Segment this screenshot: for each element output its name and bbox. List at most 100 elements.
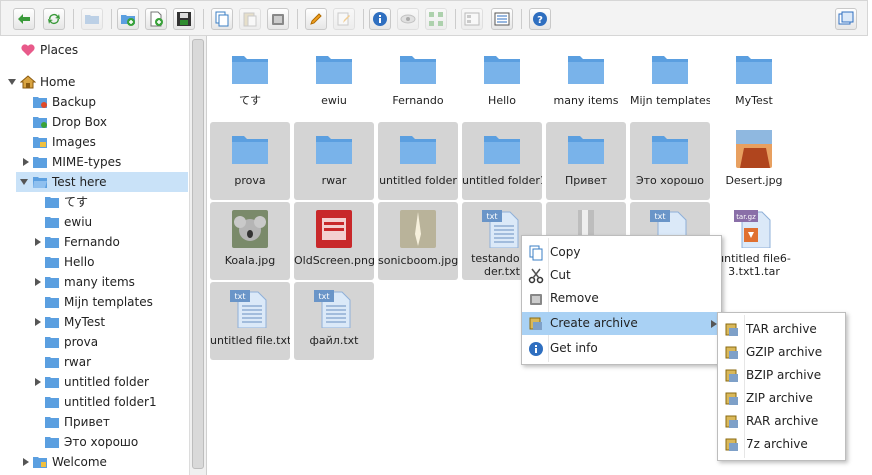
folder-item[interactable]: Hello [462, 42, 542, 120]
sidebar-scrollbar[interactable] [189, 36, 206, 475]
menu-item-get-info[interactable]: Get info [522, 337, 721, 360]
text-file-item[interactable]: txt untitled file.txt [210, 282, 290, 360]
info-icon[interactable] [369, 8, 391, 30]
folder-icon [316, 136, 352, 164]
expand-right-icon[interactable] [22, 158, 30, 166]
view-icon[interactable] [397, 8, 419, 30]
scissors-icon [528, 268, 544, 284]
archive-icon [725, 369, 738, 382]
image-thumbnail-icon [316, 210, 352, 248]
list-view-icon[interactable] [461, 8, 483, 30]
open-folder-icon[interactable] [81, 8, 103, 30]
folder-icon [45, 437, 59, 448]
expand-down-icon[interactable] [20, 178, 28, 186]
text-file-item[interactable]: txt файл.txt [294, 282, 374, 360]
menu-item-copy[interactable]: Copy [522, 241, 721, 264]
image-file-item[interactable]: Koala.jpg [210, 202, 290, 280]
info-icon [529, 342, 543, 356]
expand-right-icon[interactable] [34, 278, 42, 286]
folder-item[interactable]: MyTest [714, 42, 794, 120]
archive-file-item[interactable]: tar.gz untitled file6-3.txt1.tar [714, 202, 794, 280]
folder-icon [652, 136, 688, 164]
new-file-icon[interactable] [145, 8, 167, 30]
remove-icon[interactable] [267, 8, 289, 30]
expand-right-icon[interactable] [34, 378, 42, 386]
grid-view-icon[interactable] [425, 8, 447, 30]
remove-icon [530, 294, 542, 305]
svg-text:txt: txt [318, 292, 329, 301]
image-thumbnail-icon [400, 210, 436, 248]
copy-icon[interactable] [211, 8, 233, 30]
back-icon[interactable] [13, 8, 35, 30]
image-file-item[interactable]: sonicboom.jpg [378, 202, 458, 280]
svg-text:?: ? [537, 15, 543, 26]
context-menu: Copy Cut Remove Create archive Get info [521, 235, 722, 365]
menu-item-remove[interactable]: Remove [522, 287, 721, 310]
image-file-item[interactable]: Desert.jpg [714, 122, 794, 200]
rename-icon[interactable] [305, 8, 327, 30]
folder-icon [484, 136, 520, 164]
menu-item-rar-archive[interactable]: RAR archive [718, 410, 845, 433]
menu-item-7z-archive[interactable]: 7z archive [718, 433, 845, 456]
text-file-icon: txt [314, 290, 351, 328]
folder-icon [45, 397, 59, 408]
reload-icon[interactable] [43, 8, 65, 30]
folder-item[interactable]: Fernando [378, 42, 458, 120]
expand-right-icon[interactable] [22, 458, 30, 466]
folder-icon [45, 337, 59, 348]
edit-icon[interactable] [333, 8, 355, 30]
menu-item-gzip-archive[interactable]: GZIP archive [718, 341, 845, 364]
folder-icon [45, 217, 59, 228]
image-thumbnail-icon [736, 130, 772, 168]
folder-item[interactable]: Mijn templates [630, 42, 710, 120]
scrollbar-thumb[interactable] [192, 39, 204, 469]
folder-icon [45, 417, 59, 428]
menu-item-cut[interactable]: Cut [522, 264, 721, 287]
folder-icon [736, 56, 772, 84]
folder-icon [45, 277, 59, 288]
folder-icon [652, 56, 688, 84]
fullscreen-icon[interactable] [835, 8, 857, 30]
targz-badge: tar.gz [736, 213, 756, 221]
expand-right-icon[interactable] [34, 238, 42, 246]
archive-icon [725, 438, 738, 451]
folder-item[interactable]: てす [210, 42, 290, 120]
menu-item-bzip-archive[interactable]: BZIP archive [718, 364, 845, 387]
text-file-icon: txt [482, 210, 519, 248]
details-view-icon[interactable] [491, 8, 513, 30]
folder-item[interactable]: untitled folder [378, 122, 458, 200]
image-file-item[interactable]: OldScreen.png [294, 202, 374, 280]
folder-icon [45, 257, 59, 268]
expand-right-icon[interactable] [34, 318, 42, 326]
save-icon[interactable] [173, 8, 195, 30]
folder-item[interactable]: many items [546, 42, 626, 120]
expand-down-icon[interactable] [8, 78, 16, 86]
folder-item[interactable]: ewiu [294, 42, 374, 120]
folder-item[interactable]: Привет [546, 122, 626, 200]
folder-welcome-icon [33, 457, 47, 468]
folder-icon [568, 56, 604, 84]
folder-backup-icon [33, 97, 47, 108]
image-thumbnail-icon [232, 210, 268, 248]
folder-item[interactable]: prova [210, 122, 290, 200]
menu-item-tar-archive[interactable]: TAR archive [718, 318, 845, 341]
text-file-icon: txt [230, 290, 267, 328]
svg-text:txt: txt [654, 212, 665, 221]
new-folder-icon[interactable] [117, 8, 139, 30]
menu-item-create-archive[interactable]: Create archive [522, 312, 721, 335]
folder-icon [232, 56, 268, 84]
archive-icon [725, 415, 738, 428]
folder-item[interactable]: untitled folder1 [462, 122, 542, 200]
folder-item[interactable]: Это хорошо [630, 122, 710, 200]
help-icon[interactable]: ? [529, 8, 551, 30]
folder-images-icon [33, 137, 47, 148]
folder-item[interactable]: rwar [294, 122, 374, 200]
paste-icon[interactable] [239, 8, 261, 30]
places-label: Places [40, 43, 79, 57]
archive-submenu: TAR archive GZIP archive BZIP archive ZI… [717, 312, 846, 461]
toolbar: ? [0, 0, 868, 36]
menu-item-zip-archive[interactable]: ZIP archive [718, 387, 845, 410]
folder-icon [45, 237, 59, 248]
folder-dropbox-icon [33, 117, 47, 128]
copy-icon [529, 245, 543, 261]
